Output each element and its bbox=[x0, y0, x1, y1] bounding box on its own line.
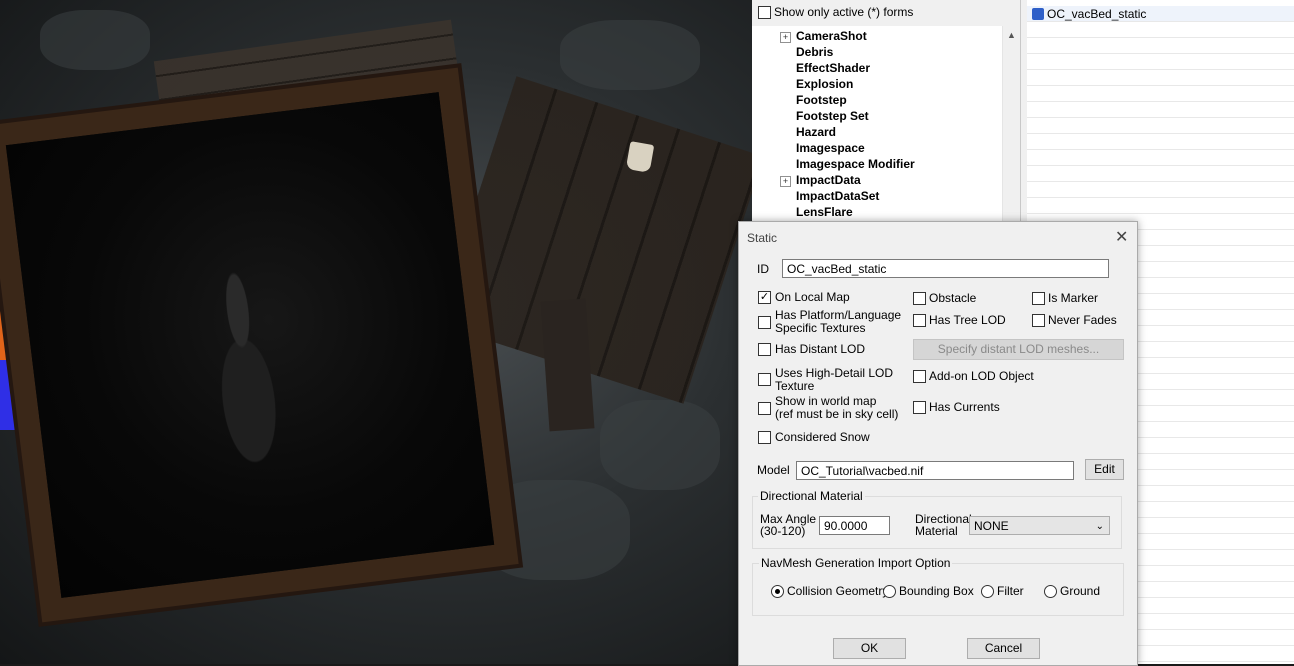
tree-item[interactable]: Hazard bbox=[796, 124, 836, 140]
tree-item[interactable]: Imagespace bbox=[796, 140, 865, 156]
directional-material-select[interactable]: NONE ⌄ bbox=[969, 516, 1110, 535]
scroll-up-icon[interactable]: ▲ bbox=[1007, 30, 1016, 40]
group-title: Directional Material bbox=[758, 489, 865, 503]
specify-distant-lod-button[interactable]: Specify distant LOD meshes... bbox=[913, 339, 1124, 360]
addon-lod-checkbox[interactable] bbox=[913, 370, 926, 383]
show-active-forms-label: Show only active (*) forms bbox=[774, 5, 914, 19]
is-marker-label: Is Marker bbox=[1048, 291, 1099, 305]
has-tree-lod-label: Has Tree LOD bbox=[929, 313, 1006, 327]
has-platform-label: Specific Textures bbox=[775, 321, 866, 335]
ground-radio[interactable] bbox=[1044, 585, 1057, 598]
tree-item[interactable]: ImpactDataSet bbox=[796, 188, 879, 204]
is-marker-checkbox[interactable] bbox=[1032, 292, 1045, 305]
stone bbox=[560, 20, 700, 90]
uses-high-detail-lod-label: Texture bbox=[775, 379, 815, 393]
tree-item[interactable]: CameraShot bbox=[796, 28, 867, 44]
list-row bbox=[1027, 38, 1294, 54]
has-currents-checkbox[interactable] bbox=[913, 401, 926, 414]
bounding-box-label: Bounding Box bbox=[899, 584, 974, 598]
list-row bbox=[1027, 182, 1294, 198]
considered-snow-checkbox[interactable] bbox=[758, 431, 771, 444]
tree-item[interactable]: Explosion bbox=[796, 76, 853, 92]
close-icon[interactable]: ✕ bbox=[1115, 227, 1128, 247]
figure-silhouette bbox=[171, 251, 323, 525]
has-distant-lod-checkbox[interactable] bbox=[758, 343, 771, 356]
list-row bbox=[1027, 118, 1294, 134]
vacbed-surface bbox=[5, 92, 495, 598]
static-object-icon bbox=[1032, 8, 1044, 20]
list-row bbox=[1027, 150, 1294, 166]
considered-snow-label: Considered Snow bbox=[775, 430, 870, 444]
show-in-world-map-label: (ref must be in sky cell) bbox=[775, 407, 899, 421]
list-row bbox=[1027, 86, 1294, 102]
list-row bbox=[1027, 102, 1294, 118]
expand-icon[interactable]: + bbox=[780, 176, 791, 187]
group-title: NavMesh Generation Import Option bbox=[759, 556, 953, 570]
show-in-world-map-checkbox[interactable] bbox=[758, 402, 771, 415]
dialog-title: Static bbox=[747, 231, 778, 245]
collision-geometry-label: Collision Geometry bbox=[787, 584, 889, 598]
wooden-post bbox=[540, 298, 595, 432]
tree-item[interactable]: LensFlare bbox=[796, 204, 853, 220]
model-field[interactable]: OC_Tutorial\vacbed.nif bbox=[796, 461, 1074, 480]
never-fades-checkbox[interactable] bbox=[1032, 314, 1045, 327]
list-row bbox=[1027, 22, 1294, 38]
tree-item[interactable]: Footstep Set bbox=[796, 108, 869, 124]
uses-high-detail-lod-checkbox[interactable] bbox=[758, 373, 771, 386]
filter-label: Filter bbox=[997, 584, 1024, 598]
chevron-down-icon: ⌄ bbox=[1095, 521, 1104, 532]
addon-lod-label: Add-on LOD Object bbox=[929, 369, 1034, 383]
has-currents-label: Has Currents bbox=[929, 400, 1000, 414]
edit-button[interactable]: Edit bbox=[1085, 459, 1124, 480]
max-angle-label: (30-120) bbox=[760, 524, 806, 538]
render-viewport[interactable] bbox=[0, 0, 752, 664]
model-label: Model bbox=[757, 463, 790, 477]
collision-geometry-radio[interactable] bbox=[771, 585, 784, 598]
on-local-map-label: On Local Map bbox=[775, 290, 850, 304]
list-row bbox=[1027, 166, 1294, 182]
tree-item[interactable]: Footstep bbox=[796, 92, 847, 108]
cancel-button[interactable]: Cancel bbox=[967, 638, 1040, 659]
vacbed-frame[interactable] bbox=[0, 67, 519, 623]
bounding-box-radio[interactable] bbox=[883, 585, 896, 598]
list-item-label: OC_vacBed_static bbox=[1047, 7, 1147, 21]
tree-item[interactable]: ImpactData bbox=[796, 172, 861, 188]
directional-material-group: Directional Material Max Angle (30-120) … bbox=[752, 489, 1122, 549]
stone bbox=[600, 400, 720, 490]
max-angle-field[interactable]: 90.0000 bbox=[819, 516, 890, 535]
tree-item[interactable]: EffectShader bbox=[796, 60, 870, 76]
list-row bbox=[1027, 54, 1294, 70]
obstacle-label: Obstacle bbox=[929, 291, 977, 305]
id-label: ID bbox=[757, 262, 769, 276]
static-dialog: Static ✕ ID OC_vacBed_static ✓ On Local … bbox=[738, 221, 1138, 666]
select-value: NONE bbox=[974, 519, 1009, 533]
has-platform-checkbox[interactable] bbox=[758, 316, 771, 329]
navmesh-group: NavMesh Generation Import Option Collisi… bbox=[752, 556, 1124, 616]
tree-item[interactable]: Imagespace Modifier bbox=[796, 156, 915, 172]
filter-bar: Show only active (*) forms bbox=[752, 0, 1022, 27]
stone bbox=[40, 10, 150, 70]
list-row bbox=[1027, 134, 1294, 150]
never-fades-label: Never Fades bbox=[1048, 313, 1117, 327]
tree-item[interactable]: Debris bbox=[796, 44, 833, 60]
ok-button[interactable]: OK bbox=[833, 638, 906, 659]
id-field[interactable]: OC_vacBed_static bbox=[782, 259, 1109, 278]
show-active-forms-checkbox[interactable] bbox=[758, 6, 771, 19]
has-tree-lod-checkbox[interactable] bbox=[913, 314, 926, 327]
expand-icon[interactable]: + bbox=[780, 32, 791, 43]
list-row bbox=[1027, 198, 1294, 214]
ground-label: Ground bbox=[1060, 584, 1101, 598]
directional-material-label: Material bbox=[915, 524, 958, 538]
tree-scrollbar[interactable]: ▲ bbox=[1002, 26, 1020, 226]
obstacle-checkbox[interactable] bbox=[913, 292, 926, 305]
has-distant-lod-label: Has Distant LOD bbox=[775, 342, 866, 356]
list-item[interactable]: OC_vacBed_static bbox=[1032, 6, 1146, 22]
on-local-map-checkbox[interactable]: ✓ bbox=[758, 291, 771, 304]
filter-radio[interactable] bbox=[981, 585, 994, 598]
list-row bbox=[1027, 70, 1294, 86]
category-tree[interactable]: + CameraShot Debris EffectShader Explosi… bbox=[752, 26, 1021, 226]
